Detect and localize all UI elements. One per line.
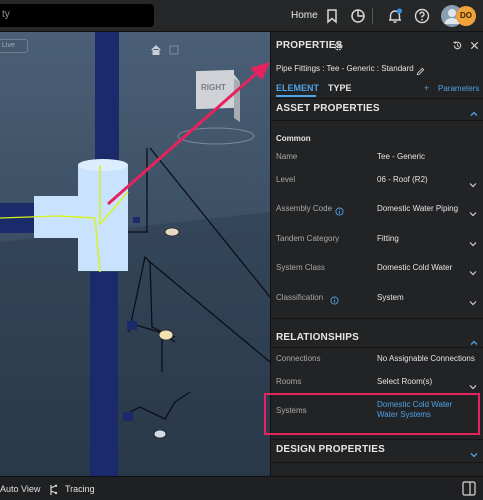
bookmark-icon[interactable] [323,7,341,25]
close-icon[interactable] [469,38,480,50]
chevron-up-icon[interactable] [470,334,478,345]
row-label-level: Level [276,175,296,184]
rooms-select[interactable]: Select Room(s) [377,377,432,386]
chevron-down-icon[interactable] [469,205,477,217]
home-link[interactable]: Home [291,10,318,21]
avatar[interactable]: DO [441,4,477,28]
add-parameters-icon[interactable]: + [424,83,429,93]
row-label-system-class: System Class [276,263,325,272]
search-input[interactable]: ty [0,4,154,27]
search-input-value: ty [2,9,10,20]
app-window: ty Home DO Live RIGHT PROPERTIES Pipe Fi… [0,0,483,500]
element-breadcrumb: Pipe Fittings : Tee - Generic : Standard [276,64,414,73]
design-properties-title[interactable]: DESIGN PROPERTIES [276,444,385,455]
chevron-down-icon[interactable] [469,378,477,390]
help-icon[interactable] [413,7,431,25]
row-label-name: Name [276,152,298,161]
section-divider [271,462,483,463]
model-scene [0,32,270,476]
parameters-link[interactable]: Parameters [438,84,479,93]
live-chip[interactable]: Live [0,39,28,53]
section-divider [271,120,483,121]
system-link[interactable]: Domestic Cold Water [377,400,452,409]
settings-icon[interactable] [333,39,344,51]
notifications-icon[interactable] [386,7,404,25]
top-bar: ty Home DO [0,0,483,32]
row-value-connections: No Assignable Connections [377,354,475,363]
model-viewport[interactable]: Live RIGHT [0,32,270,476]
row-label-systems: Systems [276,406,307,415]
live-chip-label: Live [2,42,15,49]
tab-type[interactable]: TYPE [328,83,352,93]
row-value-assembly-code[interactable]: Domestic Water Piping [377,204,458,213]
tabs-divider [271,98,483,99]
history-icon[interactable] [452,38,463,50]
row-label-rooms: Rooms [276,377,302,386]
section-divider [271,439,483,440]
row-label-connections: Connections [276,354,321,363]
chevron-down-icon[interactable] [469,235,477,247]
properties-panel: PROPERTIES Pipe Fittings : Tee - Generic… [264,32,483,476]
tracing-button[interactable]: Tracing [65,484,95,494]
row-value-level[interactable]: 06 - Roof (R2) [377,175,428,184]
chevron-down-icon[interactable] [469,264,477,276]
viewcube-face-label: RIGHT [201,83,226,92]
row-value-system-class[interactable]: Domestic Cold Water [377,263,452,272]
tracing-icon[interactable] [48,483,59,495]
section-divider [271,318,483,319]
row-label-classification: Classification [276,293,324,302]
topbar-divider [372,8,373,24]
common-group-label: Common [276,134,311,143]
row-value-classification[interactable]: System [377,293,404,302]
section-divider [271,347,483,348]
active-tab-indicator [276,95,316,97]
fit-view-icon[interactable] [168,44,180,56]
info-icon[interactable] [335,203,344,216]
home-view-icon[interactable] [150,44,162,56]
row-value-name: Tee - Generic [377,152,426,161]
tab-element[interactable]: ELEMENT [276,83,319,93]
callout-arrow [107,62,270,206]
avatar-initials: DO [460,11,472,20]
asset-properties-title[interactable]: ASSET PROPERTIES [276,103,380,114]
chevron-down-icon[interactable] [469,176,477,188]
row-label-tandem-category: Tandem Category [276,234,340,243]
chevron-up-icon[interactable] [470,105,478,116]
chevron-down-icon[interactable] [469,294,477,306]
relationships-title[interactable]: RELATIONSHIPS [276,332,359,343]
panel-toggle-icon[interactable] [462,481,476,496]
system-link[interactable]: Water Systems [377,410,431,419]
chevron-down-icon[interactable] [470,446,478,458]
row-label-assembly-code: Assembly Code [276,204,333,213]
edit-pencil-icon[interactable] [416,63,425,76]
bottom-toolbar: Auto View Tracing [0,476,483,500]
row-value-tandem-category[interactable]: Fitting [377,234,399,243]
dashboard-icon[interactable] [349,7,367,25]
auto-view-button[interactable]: Auto View [0,484,40,494]
info-icon[interactable] [330,292,339,305]
